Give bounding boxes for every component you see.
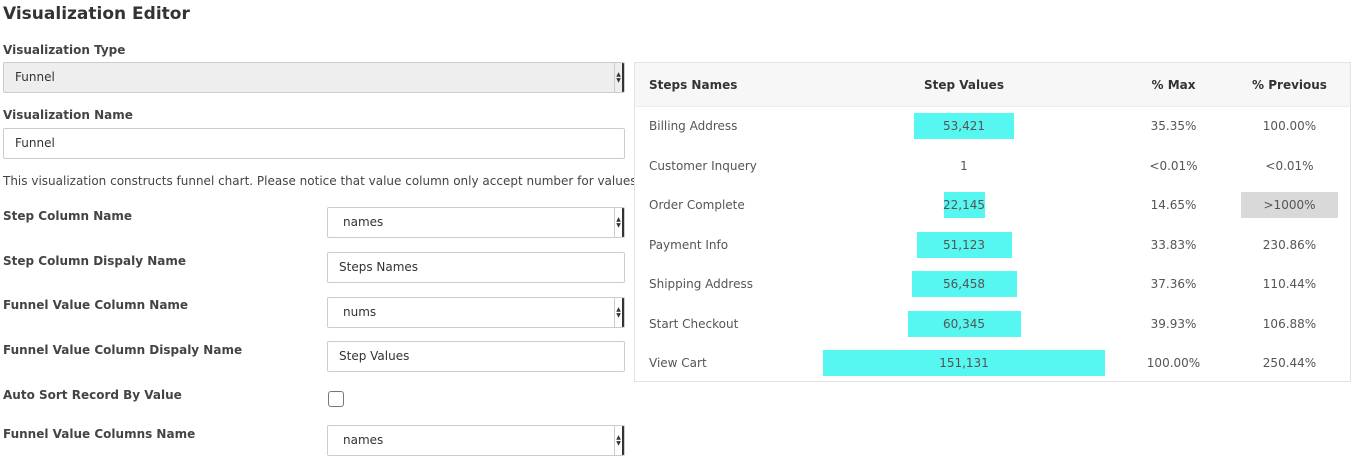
funnel-value-columns-label: Funnel Value Columns Name	[3, 427, 196, 441]
step-value-label: 56,458	[943, 277, 985, 291]
funnel-preview-table: Steps Names Step Values % Max % Previous…	[634, 62, 1351, 382]
page-title: Visualization Editor	[3, 4, 190, 24]
select-arrows-icon: ▲ ▼	[614, 298, 624, 327]
step-column-display-value: Steps Names	[339, 260, 419, 274]
funnel-value-column-label: Funnel Value Column Name	[3, 298, 189, 312]
step-value-label: 53,421	[943, 119, 985, 133]
funnel-value-display-input[interactable]: Step Values	[327, 341, 625, 372]
step-value-label: 1	[960, 159, 968, 173]
pct-prev-cell: <0.01%	[1265, 159, 1314, 173]
step-value-label: 51,123	[943, 238, 985, 252]
header-step-name: Steps Names	[649, 78, 738, 92]
pct-prev-cell: >1000%	[1241, 192, 1338, 218]
funnel-value-column-value: nums	[343, 305, 377, 319]
pct-max-cell: 33.83%	[1150, 238, 1197, 252]
pct-max-cell: 35.35%	[1150, 119, 1197, 133]
funnel-value-display-value: Step Values	[339, 349, 410, 363]
funnel-value-columns-select[interactable]: names ▲ ▼	[327, 425, 625, 456]
step-name-cell: Shipping Address	[649, 277, 753, 291]
step-name-cell: Customer Inquery	[649, 159, 757, 173]
visualization-name-input[interactable]: Funnel	[3, 128, 625, 159]
step-name-cell: Payment Info	[649, 238, 729, 252]
step-value-label: 22,145	[943, 198, 985, 212]
pct-max-cell: 39.93%	[1150, 317, 1197, 331]
visualization-name-value: Funnel	[15, 136, 55, 150]
step-name-cell: Start Checkout	[649, 317, 739, 331]
step-column-name-value: names	[343, 215, 384, 229]
funnel-value-column-select[interactable]: nums ▲ ▼	[327, 297, 625, 328]
auto-sort-checkbox[interactable]	[328, 391, 344, 407]
step-value-label: 151,131	[939, 356, 989, 370]
step-name-cell: Billing Address	[649, 119, 738, 133]
pct-prev-cell: 110.44%	[1262, 277, 1317, 291]
visualization-name-label: Visualization Name	[3, 108, 133, 122]
pct-prev-cell: 106.88%	[1262, 317, 1317, 331]
step-column-display-label: Step Column Dispaly Name	[3, 254, 187, 268]
header-pct-prev: % Previous	[1252, 78, 1327, 92]
auto-sort-label: Auto Sort Record By Value	[3, 388, 182, 402]
pct-max-cell: <0.01%	[1149, 159, 1198, 173]
description-text: This visualization constructs funnel cha…	[3, 174, 641, 188]
select-arrows-icon: ▲ ▼	[614, 208, 624, 237]
header-step-value: Step Values	[924, 78, 1004, 92]
pct-prev-cell: 230.86%	[1262, 238, 1317, 252]
select-arrows-icon: ▲ ▼	[614, 426, 624, 455]
step-column-name-label: Step Column Name	[3, 209, 132, 223]
funnel-value-display-label: Funnel Value Column Dispaly Name	[3, 343, 243, 357]
header-pct-max: % Max	[1151, 78, 1196, 92]
visualization-type-value: Funnel	[15, 70, 55, 84]
visualization-type-label: Visualization Type	[3, 43, 126, 57]
select-arrows-icon: ▲ ▼	[614, 63, 624, 92]
funnel-value-columns-value: names	[343, 433, 384, 447]
pct-max-cell: 14.65%	[1150, 198, 1197, 212]
pct-max-cell: 37.36%	[1150, 277, 1197, 291]
pct-max-cell: 100.00%	[1146, 356, 1201, 370]
step-column-display-input[interactable]: Steps Names	[327, 252, 625, 283]
step-value-label: 60,345	[943, 317, 985, 331]
pct-prev-cell: 100.00%	[1262, 119, 1317, 133]
table-header: Steps Names Step Values % Max % Previous	[635, 63, 1350, 107]
step-name-cell: View Cart	[649, 356, 707, 370]
visualization-type-select[interactable]: Funnel ▲ ▼	[3, 62, 625, 93]
step-name-cell: Order Complete	[649, 198, 745, 212]
step-column-name-select[interactable]: names ▲ ▼	[327, 207, 625, 238]
pct-prev-cell: 250.44%	[1262, 356, 1317, 370]
